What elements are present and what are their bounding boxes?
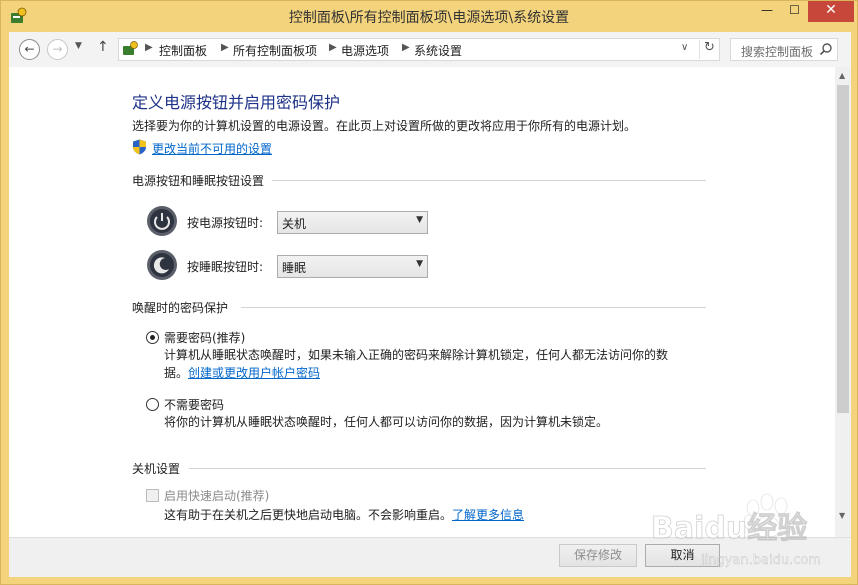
section-divider bbox=[272, 180, 706, 181]
fast-startup-description: 这有助于在关机之后更快地启动电脑。不会影响重启。了解更多信息 bbox=[164, 506, 524, 523]
sleep-button-icon bbox=[147, 250, 177, 280]
section-divider bbox=[241, 307, 706, 308]
power-button-action-value: 关机 bbox=[282, 217, 307, 231]
fast-startup-label[interactable]: 启用快速启动(推荐) bbox=[164, 487, 269, 504]
require-password-desc-line2: 据。创建或更改用户帐户密码 bbox=[164, 364, 668, 382]
chevron-down-icon: ▼ bbox=[416, 259, 423, 269]
section-heading-wakeup-password: 唤醒时的密码保护 bbox=[132, 301, 229, 315]
search-placeholder: 搜索控制面板 bbox=[741, 45, 814, 59]
breadcrumb-power-options[interactable]: 电源选项 bbox=[341, 42, 389, 59]
control-panel-icon bbox=[123, 41, 138, 55]
recent-pages-dropdown-icon[interactable]: ▼ bbox=[75, 41, 82, 51]
control-panel-window: 控制面板\所有控制面板项\电源选项\系统设置 — ☐ ✕ ← → ▼ ↑ ▶ 控… bbox=[0, 0, 858, 585]
address-bar[interactable]: ▶ 控制面板 ▶ 所有控制面板项 ▶ 电源选项 ▶ 系统设置 ∨ ↻ bbox=[118, 38, 720, 61]
back-button[interactable]: ← bbox=[19, 39, 40, 60]
page-description: 选择要为你的计算机设置的电源设置。在此页上对设置所做的更改将应用于你所有的电源计… bbox=[132, 119, 637, 133]
sleep-button-label: 按睡眠按钮时: bbox=[187, 260, 264, 274]
require-password-desc-line1: 计算机从睡眠状态唤醒时，如果未输入正确的密码来解除计算机锁定，任何人都无法访问你… bbox=[164, 348, 669, 362]
learn-more-link[interactable]: 了解更多信息 bbox=[452, 508, 524, 522]
no-password-description: 将你的计算机从睡眠状态唤醒时，任何人都可以访问你的数据，因为计算机未锁定。 bbox=[164, 415, 609, 429]
breadcrumb-system-settings[interactable]: 系统设置 bbox=[414, 42, 462, 59]
fast-startup-checkbox[interactable] bbox=[146, 489, 159, 502]
watermark-brand: Baidu经验 bbox=[651, 511, 807, 546]
settings-content: 定义电源按钮并启用密码保护 选择要为你的计算机设置的电源设置。在此页上对设置所做… bbox=[9, 67, 851, 537]
scroll-up-icon[interactable]: ▲ bbox=[839, 71, 845, 80]
search-input[interactable]: 搜索控制面板 bbox=[730, 38, 838, 61]
scrollbar-thumb[interactable] bbox=[837, 85, 849, 413]
breadcrumb-separator-icon[interactable]: ▶ bbox=[402, 42, 410, 53]
breadcrumb-separator-icon: ▶ bbox=[145, 42, 153, 53]
section-heading-shutdown: 关机设置 bbox=[132, 462, 181, 476]
save-changes-button[interactable]: 保存修改 bbox=[559, 544, 637, 567]
power-button-label: 按电源按钮时: bbox=[187, 216, 264, 230]
breadcrumb-separator-icon[interactable]: ▶ bbox=[329, 42, 337, 53]
title-bar[interactable]: 控制面板\所有控制面板项\电源选项\系统设置 — ☐ ✕ bbox=[1, 1, 857, 32]
section-divider bbox=[189, 468, 706, 469]
address-history-dropdown-icon[interactable]: ∨ bbox=[681, 42, 688, 53]
sleep-button-action-select[interactable]: 睡眠 ▼ bbox=[277, 255, 428, 278]
search-icon[interactable] bbox=[819, 42, 833, 56]
breadcrumb-control-panel[interactable]: 控制面板 bbox=[159, 42, 207, 59]
require-password-radio[interactable] bbox=[146, 331, 159, 344]
window-title: 控制面板\所有控制面板项\电源选项\系统设置 bbox=[288, 10, 570, 26]
baidu-jingyan-watermark: Baidu经验 jingyan.baidu.com bbox=[651, 493, 821, 568]
power-button-icon bbox=[147, 206, 177, 236]
minimize-button[interactable]: — bbox=[753, 1, 781, 22]
power-button-action-select[interactable]: 关机 ▼ bbox=[277, 211, 428, 234]
maximize-button[interactable]: ☐ bbox=[781, 1, 808, 22]
section-heading-power-buttons: 电源按钮和睡眠按钮设置 bbox=[132, 174, 265, 188]
chevron-down-icon: ▼ bbox=[416, 215, 423, 225]
sleep-button-action-value: 睡眠 bbox=[282, 261, 307, 275]
refresh-icon[interactable]: ↻ bbox=[699, 40, 719, 59]
no-password-label[interactable]: 不需要密码 bbox=[164, 396, 224, 413]
require-password-label[interactable]: 需要密码(推荐) bbox=[164, 329, 245, 346]
page-title: 定义电源按钮并启用密码保护 bbox=[132, 93, 341, 112]
close-button[interactable]: ✕ bbox=[808, 1, 854, 22]
up-button[interactable]: ↑ bbox=[97, 39, 109, 55]
watermark-url: jingyan.baidu.com bbox=[700, 553, 821, 568]
breadcrumb-all-items[interactable]: 所有控制面板项 bbox=[233, 42, 317, 59]
require-password-description: 计算机从睡眠状态唤醒时，如果未输入正确的密码来解除计算机锁定，任何人都无法访问你… bbox=[164, 346, 668, 382]
fast-startup-desc-text: 这有助于在关机之后更快地启动电脑。不会影响重启。 bbox=[164, 508, 453, 522]
forward-button[interactable]: → bbox=[47, 39, 68, 60]
require-password-desc-prefix: 据。 bbox=[164, 366, 189, 380]
change-unavailable-settings-link[interactable]: 更改当前不可用的设置 bbox=[152, 140, 272, 157]
uac-shield-icon bbox=[133, 139, 146, 155]
vertical-scrollbar[interactable]: ▲ ▼ bbox=[835, 67, 851, 537]
breadcrumb-separator-icon[interactable]: ▶ bbox=[221, 42, 229, 53]
no-password-radio[interactable] bbox=[146, 398, 159, 411]
create-change-password-link[interactable]: 创建或更改用户帐户密码 bbox=[188, 366, 320, 380]
navigation-bar: ← → ▼ ↑ ▶ 控制面板 ▶ 所有控制面板项 ▶ 电源选项 ▶ 系统设置 ∨… bbox=[9, 32, 851, 67]
